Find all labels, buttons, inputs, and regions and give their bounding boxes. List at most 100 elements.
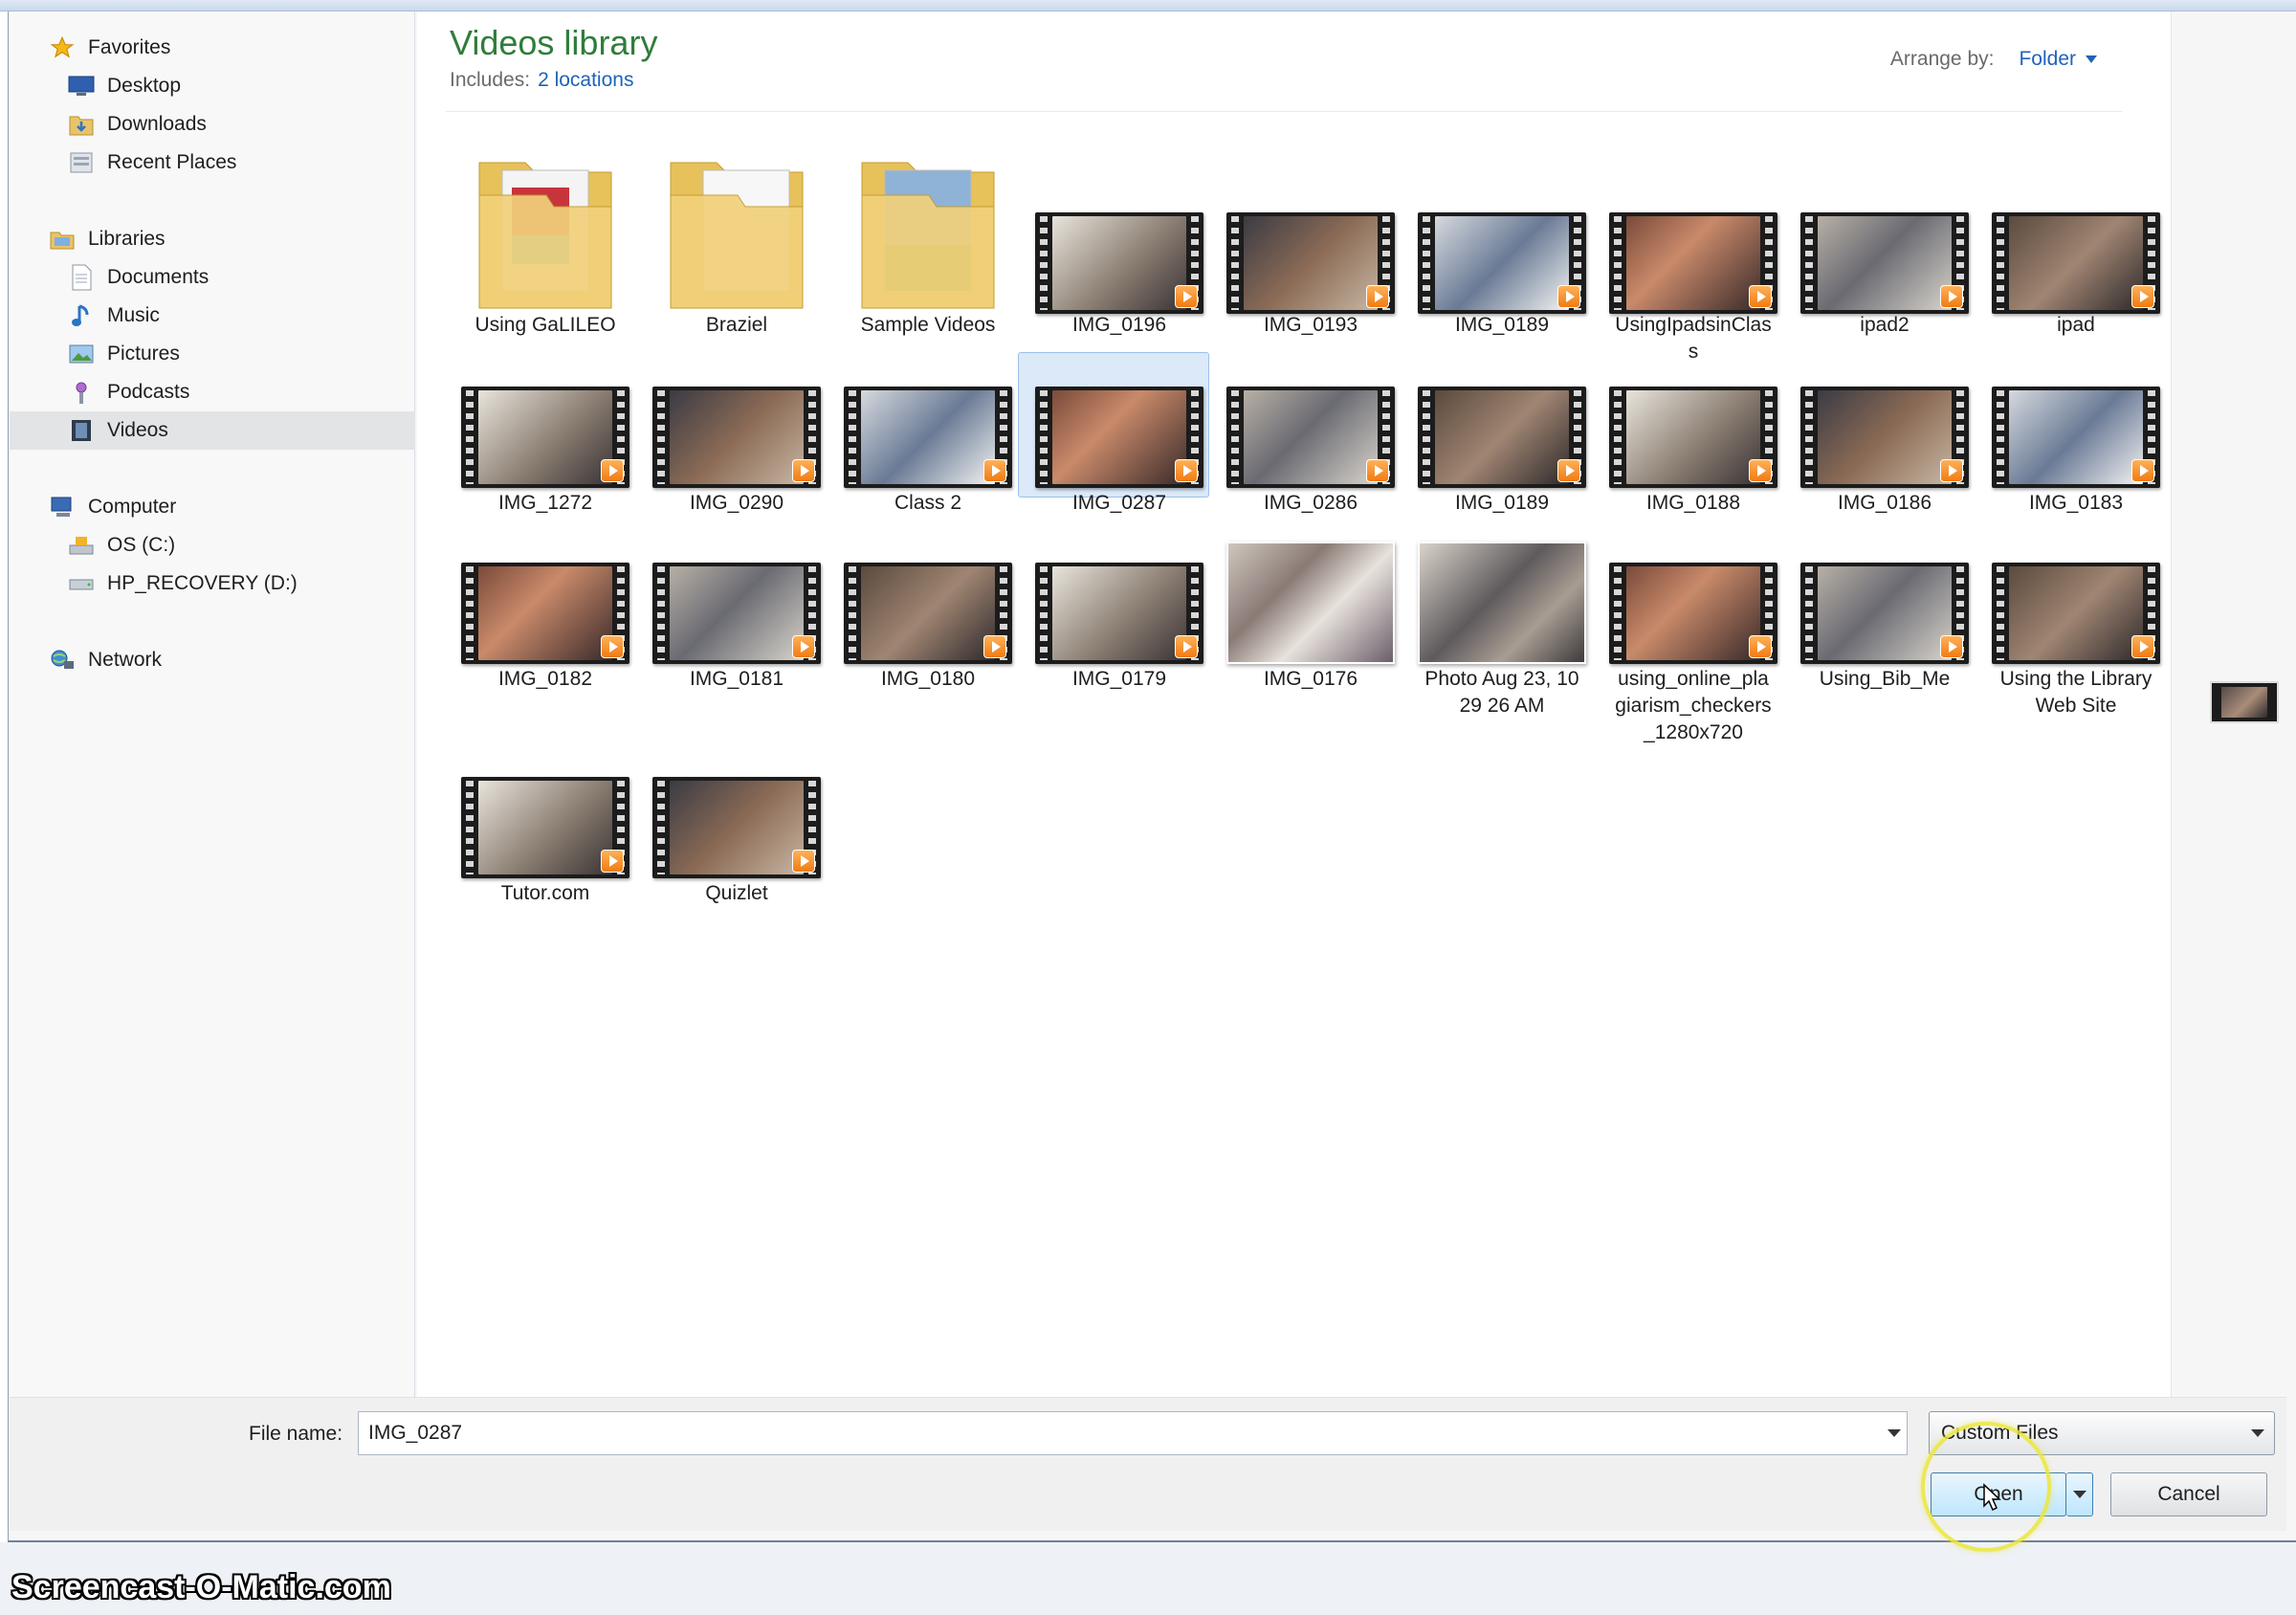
video-thumbnail [1992, 387, 2160, 488]
video-thumbnail [844, 387, 1012, 488]
nav-videos[interactable]: Videos [10, 411, 415, 450]
play-icon [1366, 285, 1389, 308]
content-pane: Videos library Includes: 2 locations Arra… [417, 11, 2172, 1397]
computer-icon [48, 494, 77, 520]
video-thumbnail [1035, 387, 1203, 488]
drive-icon [67, 570, 96, 597]
music-icon [67, 302, 96, 329]
play-icon [1749, 635, 1772, 658]
locations-link[interactable]: 2 locations [538, 69, 633, 91]
nav-downloads[interactable]: Downloads [10, 105, 415, 144]
file-item-label: Using the Library Web Site [1999, 668, 2152, 717]
play-icon [792, 459, 815, 482]
file-item-label: IMG_0189 [1454, 492, 1550, 514]
play-icon [983, 635, 1006, 658]
file-item-label: Quizlet [705, 882, 768, 904]
file-item-label: Sample Videos [860, 314, 996, 336]
nav-recent-places[interactable]: Recent Places [10, 144, 415, 182]
file-item-label: IMG_0176 [1263, 668, 1358, 690]
video-thumbnail [461, 387, 629, 488]
file-item-label: IMG_0193 [1263, 314, 1358, 336]
chevron-down-icon [2251, 1429, 2264, 1437]
arrange-by-dropdown[interactable]: Folder [2019, 48, 2097, 71]
play-icon [1175, 635, 1198, 658]
play-icon [2131, 285, 2154, 308]
open-options-dropdown[interactable] [2066, 1472, 2093, 1516]
file-item-label: IMG_0181 [689, 668, 784, 690]
chevron-down-icon [2072, 1491, 2086, 1498]
play-icon [1749, 285, 1772, 308]
libraries-icon [48, 226, 77, 253]
drag-preview-thumbnail [2210, 681, 2279, 723]
video-thumbnail [1035, 212, 1203, 314]
file-name-input[interactable] [358, 1411, 1908, 1455]
file-item-label: IMG_0290 [689, 492, 784, 514]
cancel-button[interactable]: Cancel [2110, 1472, 2267, 1516]
recent-places-icon [67, 149, 96, 176]
video-thumbnail [1800, 387, 1969, 488]
photo-thumbnail [1226, 542, 1395, 664]
nav-music[interactable]: Music [10, 297, 415, 335]
video-thumbnail [1800, 563, 1969, 664]
video-thumbnail [1992, 563, 2160, 664]
play-icon [1557, 285, 1580, 308]
nav-network[interactable]: Network [10, 641, 415, 679]
nav-os-c[interactable]: OS (C:) [10, 526, 415, 564]
file-item-label: Class 2 [894, 492, 962, 514]
file-item-label: Braziel [705, 314, 768, 336]
video-thumbnail [1418, 387, 1586, 488]
play-icon [1940, 459, 1963, 482]
nav-documents[interactable]: Documents [10, 258, 415, 297]
file-item-label: ipad2 [1860, 314, 1910, 336]
network-icon [48, 647, 77, 674]
file-item-label: IMG_0286 [1263, 492, 1358, 514]
nav-favorites[interactable]: Favorites [10, 29, 415, 67]
file-item-label: IMG_0182 [497, 668, 593, 690]
video-thumbnail [652, 387, 821, 488]
mouse-cursor-icon [1983, 1483, 2001, 1512]
file-item-label: IMG_0189 [1454, 314, 1550, 336]
file-item-label: IMG_0179 [1071, 668, 1167, 690]
play-icon [601, 850, 624, 873]
downloads-folder-icon [67, 111, 96, 138]
header-divider [446, 111, 2122, 112]
nav-pictures[interactable]: Pictures [10, 335, 415, 373]
file-item-label: UsingIpadsinClas s [1615, 314, 1772, 363]
file-item-label: IMG_0196 [1071, 314, 1167, 336]
file-item-label: IMG_0287 [1071, 492, 1167, 514]
file-item-label: IMG_0180 [880, 668, 976, 690]
photo-thumbnail [1418, 542, 1586, 664]
arrange-by: Arrange by: Folder [1890, 48, 2097, 71]
documents-icon [67, 264, 96, 291]
play-icon [601, 459, 624, 482]
play-icon [1366, 459, 1389, 482]
play-icon [2131, 459, 2154, 482]
folder-icon [861, 162, 995, 309]
video-thumbnail [1418, 212, 1586, 314]
file-item-label: IMG_0183 [2028, 492, 2124, 514]
nav-libraries[interactable]: Libraries [10, 220, 415, 258]
video-thumbnail [1226, 387, 1395, 488]
pictures-icon [67, 341, 96, 367]
video-thumbnail [652, 777, 821, 878]
video-thumbnail [1035, 563, 1203, 664]
nav-desktop[interactable]: Desktop [10, 67, 415, 105]
play-icon [1940, 635, 1963, 658]
file-item-label: IMG_0186 [1837, 492, 1932, 514]
chevron-down-icon [1888, 1429, 1901, 1437]
video-thumbnail [1609, 387, 1777, 488]
play-icon [1175, 459, 1198, 482]
file-item-label: Tutor.com [500, 882, 590, 904]
file-item-label: IMG_0188 [1645, 492, 1741, 514]
nav-computer[interactable]: Computer [10, 488, 415, 526]
navigation-pane: Favorites Desktop Downloads Recent Place… [10, 11, 415, 1397]
video-thumbnail [1800, 212, 1969, 314]
video-thumbnail [1609, 563, 1777, 664]
nav-hp-recovery[interactable]: HP_RECOVERY (D:) [10, 564, 415, 603]
file-name-history-dropdown[interactable] [1881, 1413, 1908, 1453]
nav-podcasts[interactable]: Podcasts [10, 373, 415, 411]
file-item-label: Using_Bib_Me [1819, 668, 1951, 690]
play-icon [792, 635, 815, 658]
podcasts-icon [67, 379, 96, 406]
desktop-icon [67, 73, 96, 100]
